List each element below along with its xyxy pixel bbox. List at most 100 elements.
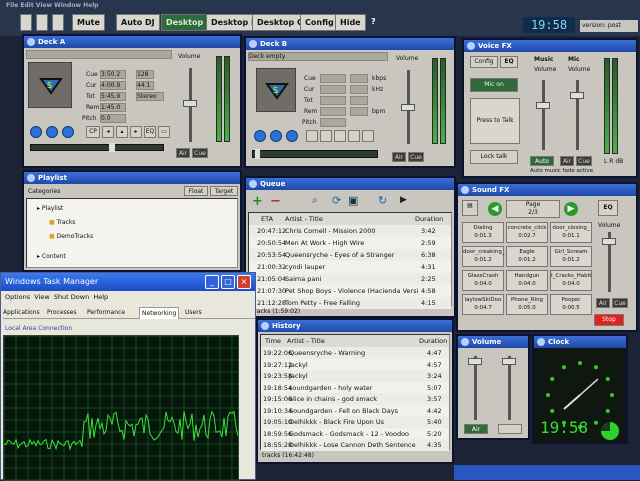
sfx-pad[interactable]: door_creaking_ 0:01.2 [462,246,505,267]
right-knob[interactable] [502,358,516,365]
eq-button[interactable]: EQ [500,56,518,68]
history-row[interactable]: 19:10:34 Soundgarden - Fell on Black Days… [261,405,449,417]
minimize-icon[interactable]: _ [205,275,219,289]
left-knob[interactable] [468,358,482,365]
second-volume-button[interactable] [498,424,522,434]
pause-button[interactable] [46,126,58,138]
sfx-pad[interactable]: Pooper 0:00.5 [550,294,592,315]
history-row[interactable]: 19:23:58 Jackyl 3:24 [261,370,449,382]
tab-processes[interactable]: Processes [47,309,77,316]
master-volume-right[interactable] [502,356,516,420]
tree-item-playlist[interactable]: ▸ Playlist [37,205,63,212]
target-button[interactable]: Target [210,186,238,196]
rewind-button[interactable] [320,130,332,142]
mute-box-3[interactable] [52,14,64,31]
mute-indicator-box[interactable] [20,14,32,31]
air-button[interactable]: Air [176,148,190,158]
add-icon[interactable]: + [252,194,263,209]
press-to-talk-button[interactable]: Press to Talk [470,98,520,144]
sfx-pad[interactable]: Eagle 0:01.2 [506,246,548,267]
queue-row[interactable]: 21:05:04 Saima pani 2:25 [249,273,451,285]
history-row[interactable]: 19:22:06 Queensryche - Warning 4:47 [261,347,449,359]
sfx-pad[interactable]: Handgun 0:04.0 [506,270,548,291]
mic-volume-slider[interactable] [570,80,584,150]
sfx-pad[interactable]: Dialing 0:01.3 [462,222,504,243]
cue-point-button[interactable]: ▴ [116,126,128,138]
stop-button[interactable] [286,130,298,142]
history-row[interactable]: 19:27:12 Jackyl 4:57 [261,359,449,371]
cue-button[interactable]: Cue [576,156,592,166]
play-button[interactable] [30,126,42,138]
play-button[interactable] [254,130,266,142]
tree-item-tracks[interactable]: ■ Tracks [49,219,75,226]
forward-button[interactable] [334,130,346,142]
deck-a-volume-slider[interactable] [183,68,197,142]
forward-button[interactable]: ▸ [130,126,142,138]
cp-button[interactable] [306,130,318,142]
config-button[interactable]: Config [470,56,498,68]
sfx-pad[interactable]: GlassCrash 0:04.0 [462,270,504,291]
lock-talk-button[interactable]: Lock talk [470,150,518,164]
auto-button[interactable]: Auto [530,156,554,166]
tab-applications[interactable]: Applications [3,309,40,316]
hide-button[interactable]: Hide [335,14,366,31]
mute-button[interactable]: Mute [72,14,105,31]
queue-row[interactable]: 20:50:54 Men At Work - High Wire 2:59 [249,237,451,249]
air-button[interactable]: Air [560,156,574,166]
sfx-volume-knob[interactable] [602,238,616,245]
history-row[interactable]: 18:59:56 Godsmack - Godsmack - 12 - Voodo… [261,428,449,440]
remove-icon[interactable]: − [270,194,281,209]
air-button[interactable]: Air [392,152,406,162]
seek-handle[interactable] [109,143,115,152]
mic-knob[interactable] [570,92,584,99]
deck-b-seek-bar[interactable] [252,149,378,159]
queue-row[interactable]: 21:07:30 Pet Shop Boys - Violence (Hacien… [249,285,451,297]
history-row[interactable]: 19:15:06 alice in chains - god smack 3:57 [261,393,449,405]
search-icon[interactable]: ⌕ [312,195,318,206]
cue-button[interactable]: Cue [612,298,628,308]
master-volume-left[interactable] [468,356,482,420]
refresh-icon[interactable]: ⟳ [332,194,341,207]
queue-row[interactable]: 20:53:54 Queensryche - Eyes of a Stranger… [249,249,451,261]
next-page-icon[interactable]: ▶ [564,202,578,216]
history-row[interactable]: 18:55:28 Delhikkk - Lose Cannon Deth Sent… [261,439,449,451]
sfx-pad[interactable]: door_closing_ 0:01.1 [550,222,592,243]
save-icon[interactable]: ▣ [348,194,358,207]
eq-button[interactable] [348,130,360,142]
loop-button[interactable] [362,130,374,142]
config-button[interactable]: Config [300,14,339,31]
cp-button[interactable]: CP [86,126,100,138]
stop-button[interactable] [62,126,74,138]
sfx-config-icon[interactable]: ▤ [462,200,478,216]
cue-button[interactable]: Cue [408,152,424,162]
deck-a-seek-bar[interactable] [30,143,164,152]
music-volume-slider[interactable] [536,80,550,150]
seek-handle[interactable] [255,149,260,159]
volume-knob[interactable] [183,100,197,107]
sfx-pad[interactable]: I_Cracks_Habit 0:04.0 [550,270,592,291]
tab-performance[interactable]: Performance [87,309,125,316]
music-knob[interactable] [536,102,550,109]
task-manager-menu[interactable]: Options View Shut Down Help [5,293,108,301]
help-button[interactable]: ? [367,14,380,31]
sfx-pad[interactable]: laylowSkiDoo 0:04.7 [462,294,504,315]
history-row[interactable]: 19:05:10 Delhikkk - Black Fire Upon Us 5:4… [261,416,449,428]
tree-item-content[interactable]: ▸ Content [37,253,66,260]
eq-button[interactable]: EQ [598,200,618,216]
close-icon[interactable]: × [237,275,251,289]
stop-all-button[interactable]: Stop [594,314,624,326]
cue-button[interactable]: Cue [192,148,208,158]
air-button[interactable]: Air [596,298,610,308]
prev-page-icon[interactable]: ◀ [488,202,502,216]
tab-networking[interactable]: Networking [139,307,180,319]
tab-users[interactable]: Users [185,309,202,316]
tree-item-demotracks[interactable]: ■ DemoTracks [49,233,93,240]
eq-button[interactable]: EQ [144,126,156,138]
loop-button[interactable]: ▭ [158,126,170,138]
queue-row[interactable]: 20:47:12 Chris Cornell - Mission 2000 3:42 [249,225,451,237]
deck-b-volume-slider[interactable] [401,70,415,144]
float-button[interactable]: Float [184,186,208,196]
sfx-volume-slider[interactable] [602,232,616,292]
mute-box-2[interactable] [36,14,48,31]
sfx-pad[interactable]: Phone_Ring 0:05.0 [506,294,548,315]
